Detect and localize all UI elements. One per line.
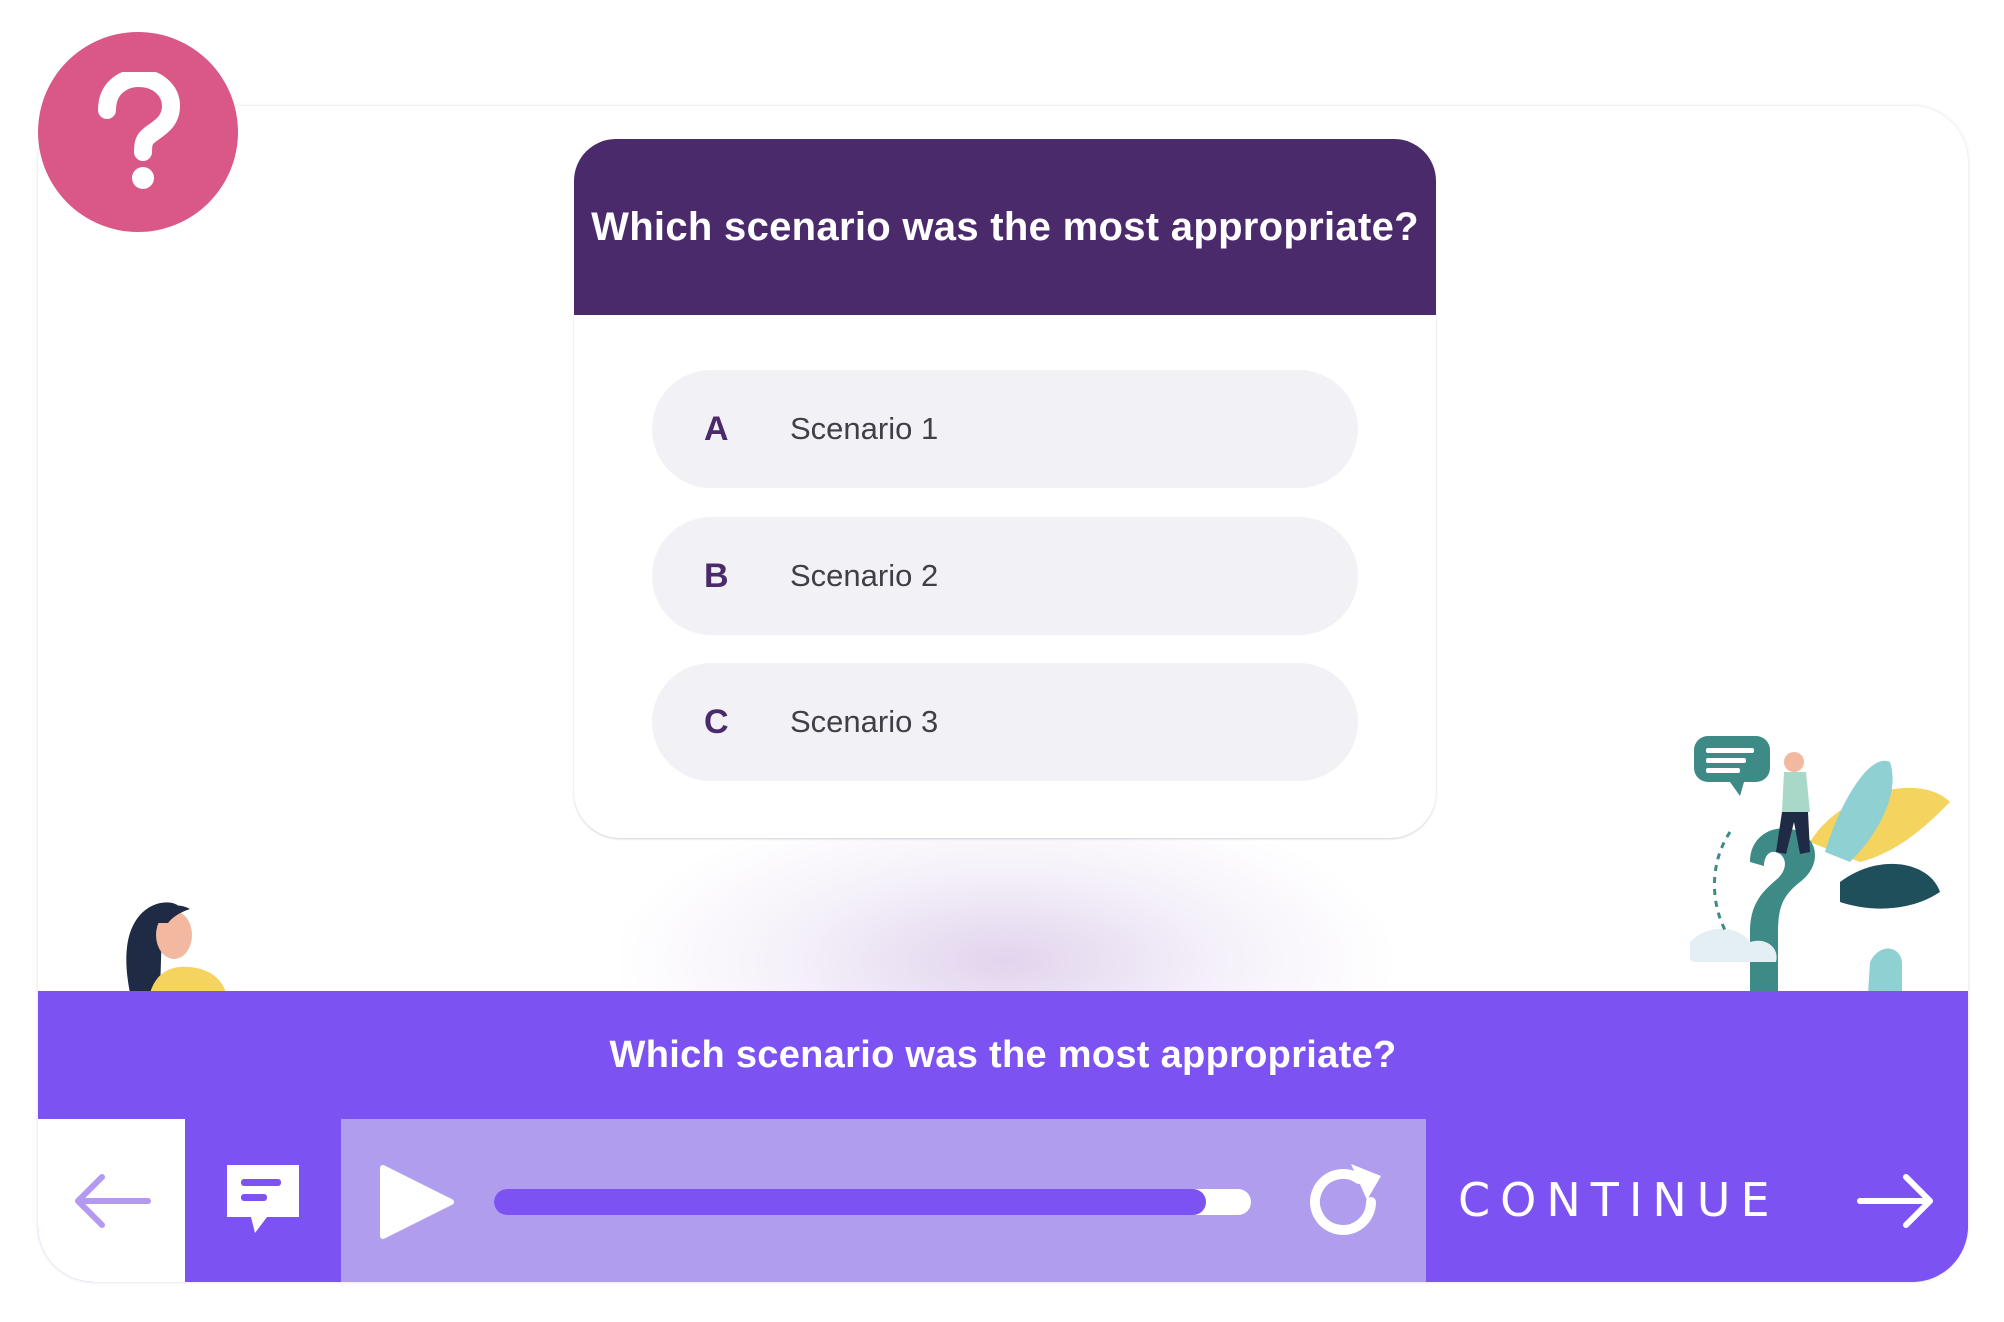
progress-fill [494,1189,1206,1215]
play-icon[interactable] [377,1162,457,1242]
woman-illustration [126,902,226,993]
player-controls: CONTINUE [38,1119,1968,1282]
progress-bar[interactable] [494,1189,1251,1215]
option-label: Scenario 2 [790,558,939,593]
transcript-button[interactable] [185,1119,341,1282]
question-badge [38,32,238,232]
option-letter: A [704,410,729,448]
replay-icon[interactable] [1301,1160,1385,1244]
back-button[interactable] [38,1119,185,1282]
arrow-right-icon [1857,1174,1933,1228]
option-c[interactable]: C Scenario 3 [652,663,1358,781]
caption-bar: Which scenario was the most appropriate? [38,991,1968,1119]
continue-button[interactable]: CONTINUE [1426,1119,1968,1282]
question-mark-icon [98,72,181,189]
option-label: Scenario 1 [790,411,939,446]
option-letter: C [704,703,729,741]
question-illustration [1690,736,1950,994]
continue-label: CONTINUE [1458,1173,1780,1227]
question-title: Which scenario was the most appropriate? [574,139,1436,315]
option-label: Scenario 3 [790,704,939,739]
option-b[interactable]: B Scenario 2 [652,517,1358,635]
audio-player [341,1119,1426,1282]
option-a[interactable]: A Scenario 1 [652,370,1358,488]
transcript-chat-icon [227,1164,299,1233]
quiz-page: Which scenario was the most appropriate?… [0,0,2004,1322]
option-letter: B [704,557,729,595]
arrow-left-icon [74,1173,151,1228]
